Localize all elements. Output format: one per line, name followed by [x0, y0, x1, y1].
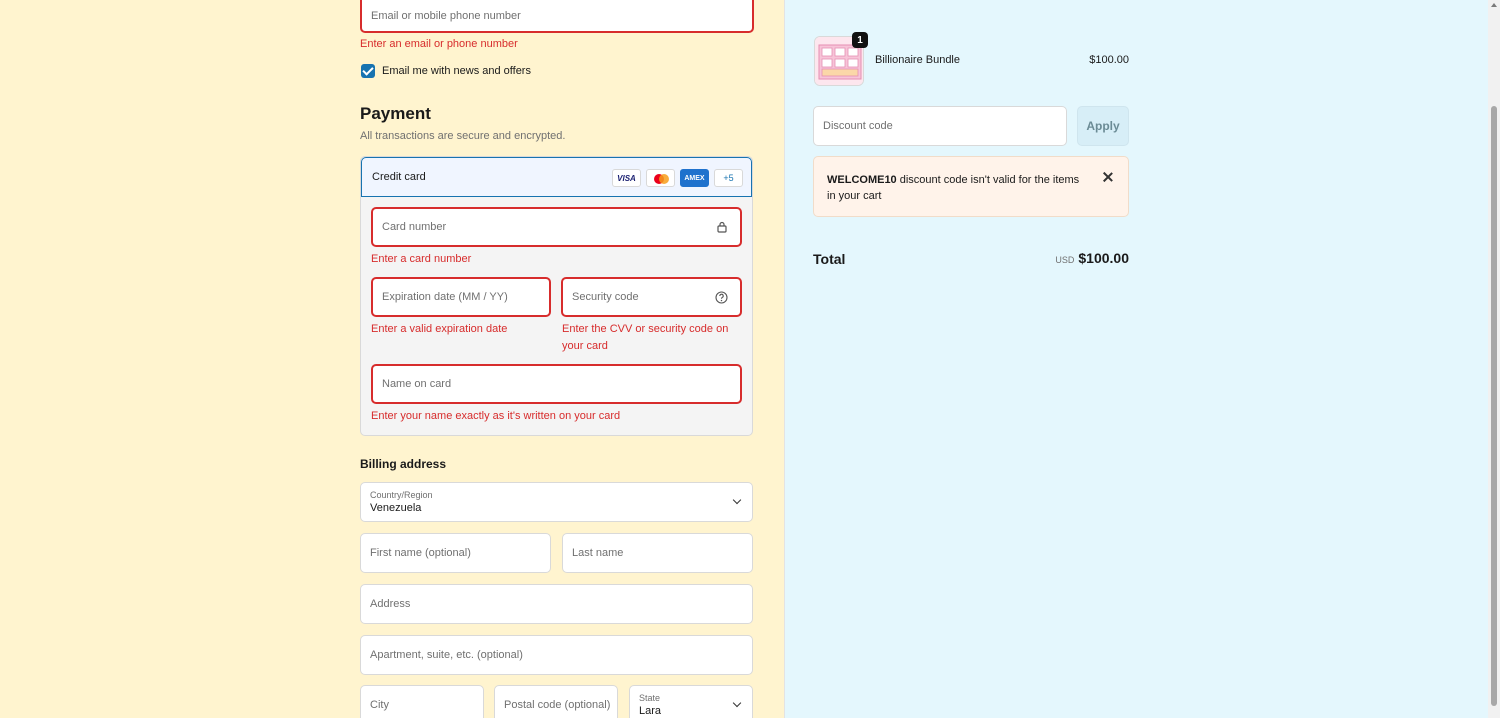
- address-input[interactable]: Address: [360, 584, 753, 624]
- card-number-error: Enter a card number: [371, 253, 472, 265]
- first-name-input[interactable]: First name (optional): [360, 533, 551, 573]
- newsletter-checkbox[interactable]: [361, 64, 375, 78]
- more-brands-badge: +5: [714, 169, 743, 187]
- security-code-error-line1: Enter the CVV or security code on: [562, 323, 729, 335]
- total-amount: USD $100.00: [1000, 250, 1129, 268]
- email-input[interactable]: Email or mobile phone number: [360, 0, 754, 33]
- credit-card-label: Credit card: [372, 171, 426, 183]
- amex-icon: AMEX: [680, 169, 709, 187]
- apartment-input[interactable]: Apartment, suite, etc. (optional): [360, 635, 753, 675]
- close-icon[interactable]: [1102, 171, 1114, 183]
- name-on-card-error: Enter your name exactly as it's written …: [371, 410, 621, 422]
- state-label: State: [639, 693, 661, 703]
- country-select[interactable]: Country/Region Venezuela: [360, 482, 753, 522]
- product-price: $100.00: [1089, 54, 1129, 66]
- payment-title: Payment: [360, 104, 431, 123]
- notice-line1-text: discount code isn't valid for the items: [896, 174, 1080, 186]
- expiry-input[interactable]: Expiration date (MM / YY): [371, 277, 551, 317]
- credit-card-method-header[interactable]: Credit card VISA AMEX +5: [361, 157, 752, 197]
- expiry-error: Enter a valid expiration date: [371, 323, 508, 335]
- expiry-placeholder: Expiration date (MM / YY): [382, 291, 508, 303]
- last-name-placeholder: Last name: [572, 547, 624, 559]
- email-error: Enter an email or phone number: [360, 38, 518, 50]
- city-input[interactable]: City: [360, 685, 484, 718]
- help-icon[interactable]: [715, 290, 728, 304]
- last-name-input[interactable]: Last name: [562, 533, 753, 573]
- country-value: Venezuela: [370, 502, 422, 514]
- newsletter-label: Email me with news and offers: [382, 65, 531, 77]
- mastercard-icon: [646, 169, 675, 187]
- mastercard-yellow-circle: [659, 174, 669, 184]
- total-currency: USD: [1055, 255, 1075, 265]
- name-on-card-placeholder: Name on card: [382, 378, 452, 390]
- country-label: Country/Region: [370, 490, 433, 500]
- lock-icon: [717, 221, 727, 233]
- apply-discount-button[interactable]: Apply: [1077, 106, 1129, 146]
- quantity-badge: 1: [852, 32, 868, 48]
- discount-invalid-notice: WELCOME10 discount code isn't valid for …: [813, 156, 1129, 217]
- email-placeholder: Email or mobile phone number: [371, 10, 521, 22]
- checkout-form-panel: Email or mobile phone number Enter an em…: [0, 0, 784, 718]
- scroll-up-arrow-icon[interactable]: [1491, 3, 1497, 7]
- product-name: Billionaire Bundle: [875, 54, 960, 66]
- visa-icon: VISA: [612, 169, 641, 187]
- state-select[interactable]: State Lara: [629, 685, 753, 718]
- discount-code-input[interactable]: Discount code: [813, 106, 1067, 146]
- state-value: Lara: [639, 705, 662, 717]
- security-code-placeholder: Security code: [572, 291, 639, 303]
- card-number-placeholder: Card number: [382, 221, 447, 233]
- notice-code: WELCOME10: [827, 174, 897, 186]
- city-placeholder: City: [370, 699, 389, 711]
- payment-subtitle: All transactions are secure and encrypte…: [360, 130, 566, 142]
- page-scrollbar[interactable]: [1488, 0, 1500, 718]
- total-value: $100.00: [1078, 250, 1129, 266]
- chevron-down-icon: [732, 495, 742, 505]
- card-number-input[interactable]: Card number: [371, 207, 742, 247]
- chevron-down-icon: [732, 698, 742, 708]
- first-name-placeholder: First name (optional): [370, 547, 471, 559]
- notice-line-1: WELCOME10 discount code isn't valid for …: [827, 172, 1079, 188]
- billing-title: Billing address: [360, 457, 447, 471]
- address-placeholder: Address: [370, 598, 411, 610]
- discount-code-placeholder: Discount code: [823, 120, 893, 132]
- notice-line-2: in your cart: [827, 190, 882, 202]
- total-label: Total: [813, 251, 846, 267]
- apartment-placeholder: Apartment, suite, etc. (optional): [370, 649, 523, 661]
- postal-code-placeholder: Postal code (optional): [504, 699, 611, 711]
- security-code-error-line2: your card: [562, 340, 608, 352]
- scroll-thumb[interactable]: [1491, 106, 1497, 706]
- security-code-input[interactable]: Security code: [561, 277, 742, 317]
- name-on-card-input[interactable]: Name on card: [371, 364, 742, 404]
- postal-code-input[interactable]: Postal code (optional): [494, 685, 618, 718]
